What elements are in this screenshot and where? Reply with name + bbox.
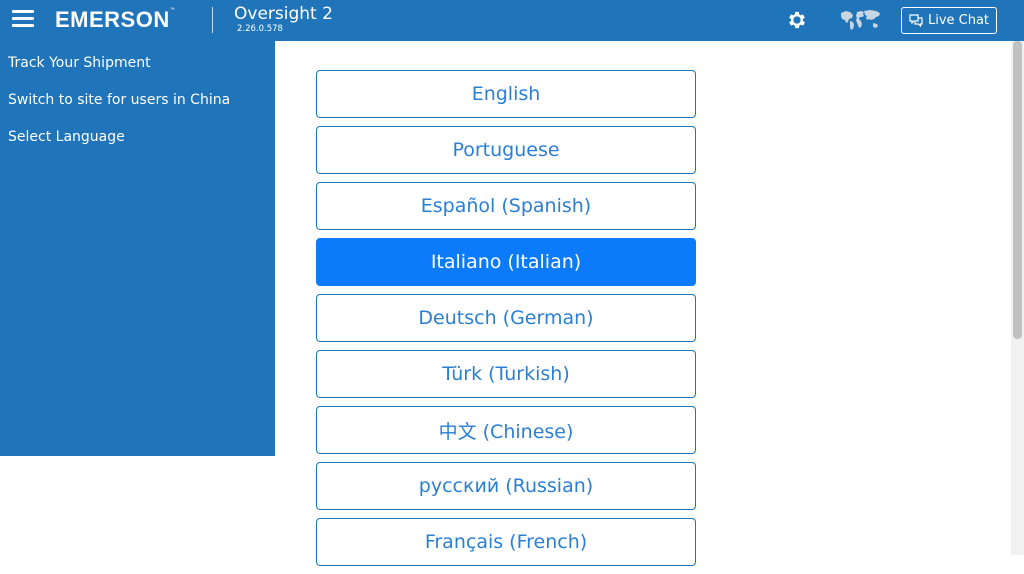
vertical-scrollbar-thumb[interactable] xyxy=(1013,41,1022,339)
language-button-italian[interactable]: Italiano (Italian) xyxy=(316,238,696,286)
gear-icon[interactable] xyxy=(786,9,808,31)
world-map-icon[interactable] xyxy=(838,8,882,32)
app-title: Oversight 2 xyxy=(234,4,333,24)
sidebar-item-select-language[interactable]: Select Language xyxy=(8,129,125,145)
chat-bubbles-icon xyxy=(909,14,923,27)
language-list: English Portuguese Español (Spanish) Ita… xyxy=(316,70,696,574)
live-chat-button[interactable]: Live Chat xyxy=(901,7,997,34)
app-version: 2.26.0.578 xyxy=(237,24,283,34)
language-button-chinese[interactable]: 中文 (Chinese) xyxy=(316,406,696,454)
header-divider xyxy=(212,7,213,33)
emerson-logo: EMERSON™ xyxy=(55,7,175,33)
live-chat-label: Live Chat xyxy=(927,13,990,28)
sidebar-item-china-site[interactable]: Switch to site for users in China xyxy=(8,92,230,108)
top-navigation-bar: EMERSON™ Oversight 2 2.26.0.578 Live Cha… xyxy=(0,0,1024,41)
language-button-spanish[interactable]: Español (Spanish) xyxy=(316,182,696,230)
language-button-russian[interactable]: русский (Russian) xyxy=(316,462,696,510)
sidebar: Track Your Shipment Switch to site for u… xyxy=(0,41,275,456)
brand-name: EMERSON xyxy=(55,7,170,32)
hamburger-menu-icon[interactable] xyxy=(12,10,34,28)
language-button-english[interactable]: English xyxy=(316,70,696,118)
language-button-french[interactable]: Français (French) xyxy=(316,518,696,566)
language-button-german[interactable]: Deutsch (German) xyxy=(316,294,696,342)
sidebar-item-track-shipment[interactable]: Track Your Shipment xyxy=(8,55,151,71)
language-button-turkish[interactable]: Türk (Turkish) xyxy=(316,350,696,398)
trademark-mark: ™ xyxy=(169,7,176,13)
language-button-portuguese[interactable]: Portuguese xyxy=(316,126,696,174)
